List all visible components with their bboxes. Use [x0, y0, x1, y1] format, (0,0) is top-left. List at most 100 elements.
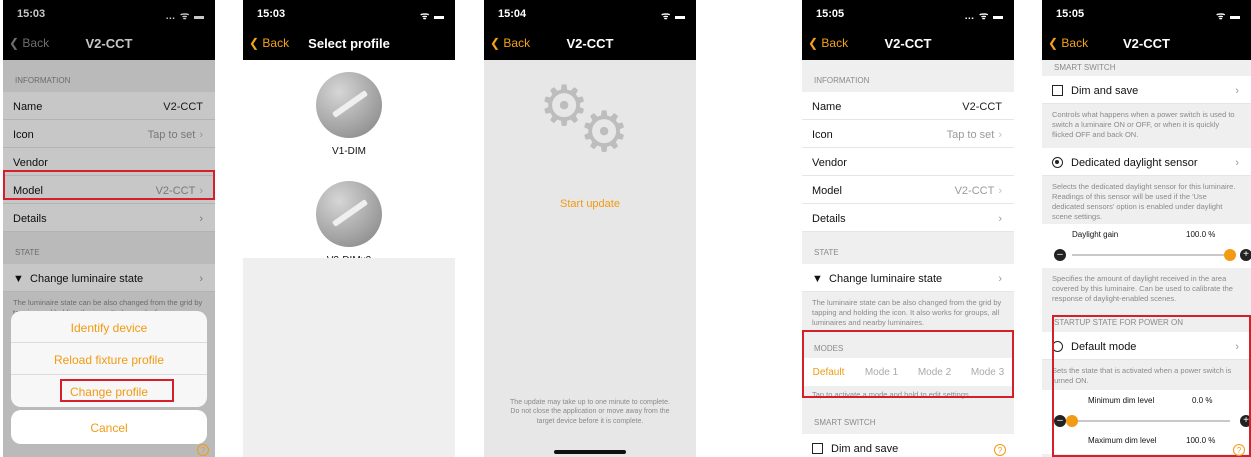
row-model[interactable]: Model V2-CCT › [802, 176, 1014, 204]
row-value: V2-CCT [962, 101, 1002, 113]
row-default-mode[interactable]: Default mode › [1042, 332, 1251, 360]
minus-icon[interactable]: – [1054, 415, 1066, 427]
section-header-startup: STARTUP STATE FOR POWER ON [1042, 310, 1251, 332]
cancel-button[interactable]: Cancel [11, 410, 207, 444]
row-label: Default mode [1071, 341, 1137, 353]
profile-item[interactable]: V1-DIM [243, 60, 455, 157]
row-label: Dedicated daylight sensor [1071, 157, 1198, 169]
page-title: V2-CCT [566, 36, 614, 51]
help-icon[interactable]: ? [1233, 444, 1245, 456]
status-time: 15:05 [1056, 8, 1085, 20]
section-header-smart-switch: SMART SWITCH [1042, 60, 1251, 76]
section-header-modes: MODES [802, 336, 1014, 358]
status-time: 15:03 [257, 8, 286, 20]
page-title: V2-CCT [1123, 36, 1170, 51]
row-value-wrap: Tap to set › [947, 129, 1002, 141]
row-label: Vendor [812, 157, 847, 169]
modes-note: Tap to activate a mode and hold to edit … [802, 386, 1014, 407]
plus-icon[interactable]: + [1240, 415, 1251, 427]
slider-knob[interactable] [1066, 415, 1078, 427]
checkbox-icon[interactable] [1052, 85, 1063, 96]
reload-profile-option[interactable]: Reload fixture profile [11, 343, 207, 375]
row-name[interactable]: Name V2-CCT [802, 92, 1014, 120]
dim-note: Controls what happens when a power switc… [1042, 104, 1251, 148]
section-header-smart-switch: SMART SWITCH [802, 406, 1014, 435]
nav-bar: ❮ Back V2-CCT [484, 26, 696, 60]
row-label: Details [812, 213, 846, 225]
help-icon[interactable]: ? [197, 444, 209, 456]
row-daylight-sensor[interactable]: Dedicated daylight sensor › [1042, 148, 1251, 176]
row-change-state[interactable]: ▼ Change luminaire state › [802, 264, 1014, 292]
profile-image [316, 181, 382, 247]
screen-device-info-modes: 15:05 … ᯤ ▬ ❮ Back V2-CCT INFORMATION Na… [802, 0, 1014, 457]
mode-3[interactable]: Mode 3 [961, 367, 1014, 386]
gears-icon: ⚙ ⚙ [539, 74, 630, 163]
slider-value: 100.0 % [1186, 230, 1216, 239]
section-header-information: INFORMATION [802, 60, 1014, 92]
slider-track[interactable] [1072, 254, 1230, 256]
radio-icon[interactable] [1052, 157, 1063, 168]
minus-icon[interactable]: – [1054, 249, 1066, 261]
row-dim-and-save[interactable]: Dim and save › [1042, 76, 1251, 104]
status-bar: 15:05 … ᯤ ▬ [802, 0, 1014, 26]
daylight-note: Selects the dedicated daylight sensor fo… [1042, 176, 1251, 224]
chevron-right-icon: › [1235, 157, 1239, 169]
slider-label: Daylight gain [1072, 230, 1119, 239]
slider-label: Maximum dim level [1088, 436, 1157, 445]
action-sheet: Identify device Reload fixture profile C… [11, 311, 207, 407]
modes-bar: Default Mode 1 Mode 2 Mode 3 [802, 358, 1014, 386]
identify-device-option[interactable]: Identify device [11, 311, 207, 343]
row-label: Change luminaire state [829, 273, 943, 285]
min-dim-slider[interactable]: Minimum dim level 0.0 % – + [1042, 390, 1251, 434]
slider-knob[interactable] [1224, 249, 1236, 261]
max-dim-slider[interactable]: Maximum dim level 100.0 % [1042, 434, 1251, 454]
mode-1[interactable]: Mode 1 [855, 367, 908, 386]
status-icons: … ᯤ ▬ [964, 11, 1004, 22]
row-label: Dim and save [831, 443, 899, 456]
slider-value: 100.0 % [1186, 436, 1216, 445]
checkbox-icon[interactable] [812, 443, 823, 455]
slider-label: Minimum dim level [1088, 396, 1155, 405]
nav-bar: ❮ Back V2-CCT [802, 26, 1014, 60]
row-value: V2-CCT [954, 185, 995, 197]
update-note: The update may take up to one minute to … [510, 399, 670, 425]
chevron-right-icon: › [998, 213, 1002, 225]
slider-track[interactable] [1072, 420, 1230, 422]
chevron-right-icon: › [998, 129, 1002, 141]
nav-bar: ❮ Back Select profile [243, 26, 455, 60]
status-time: 15:05 [816, 8, 845, 20]
screen-smart-switch-settings: 15:05 ᯤ ▬ ❮ Back V2-CCT SMART SWITCH Dim… [1042, 0, 1251, 457]
row-vendor[interactable]: Vendor [802, 148, 1014, 176]
help-icon[interactable]: ? [994, 444, 1006, 456]
chevron-right-icon: › [998, 273, 1002, 285]
mode-default[interactable]: Default [802, 367, 855, 386]
plus-icon[interactable]: + [1240, 249, 1251, 261]
row-label: Model [812, 185, 842, 197]
daylight-gain-slider[interactable]: Daylight gain 100.0 % – + [1042, 224, 1251, 268]
state-note: The luminaire state can be also changed … [802, 292, 1014, 336]
start-update-button[interactable]: Start update [484, 198, 696, 210]
status-time: 15:04 [498, 8, 527, 20]
section-header-state: STATE [802, 232, 1014, 264]
slider-value: 0.0 % [1192, 396, 1213, 405]
row-value-wrap: V2-CCT › [955, 185, 1002, 197]
page-title: Select profile [308, 36, 390, 51]
chevron-right-icon: › [1235, 341, 1239, 353]
info-icon [1052, 341, 1063, 352]
status-icons: ᯤ ▬ [661, 11, 686, 22]
home-indicator [554, 450, 626, 454]
page-title: V2-CCT [884, 36, 932, 51]
profile-item[interactable]: V2-DIMx2 [243, 157, 455, 266]
status-icons: ᯤ ▬ [420, 11, 445, 22]
row-icon[interactable]: Icon Tap to set › [802, 120, 1014, 148]
mode-2[interactable]: Mode 2 [908, 367, 961, 386]
status-bar: 15:05 ᯤ ▬ [1042, 0, 1251, 26]
nav-bar: ❮ Back V2-CCT [1042, 26, 1251, 60]
row-label: Dim and save [1071, 85, 1139, 97]
screen-firmware-update: 15:04 ᯤ ▬ ❮ Back V2-CCT ⚙ ⚙ Start update… [484, 0, 696, 457]
status-icons: ᯤ ▬ [1216, 11, 1241, 22]
lamp-icon: ▼ [812, 273, 823, 285]
row-details[interactable]: Details › [802, 204, 1014, 232]
row-dim-and-save[interactable]: Dim and save [802, 434, 1014, 457]
change-profile-option[interactable]: Change profile [11, 375, 207, 407]
